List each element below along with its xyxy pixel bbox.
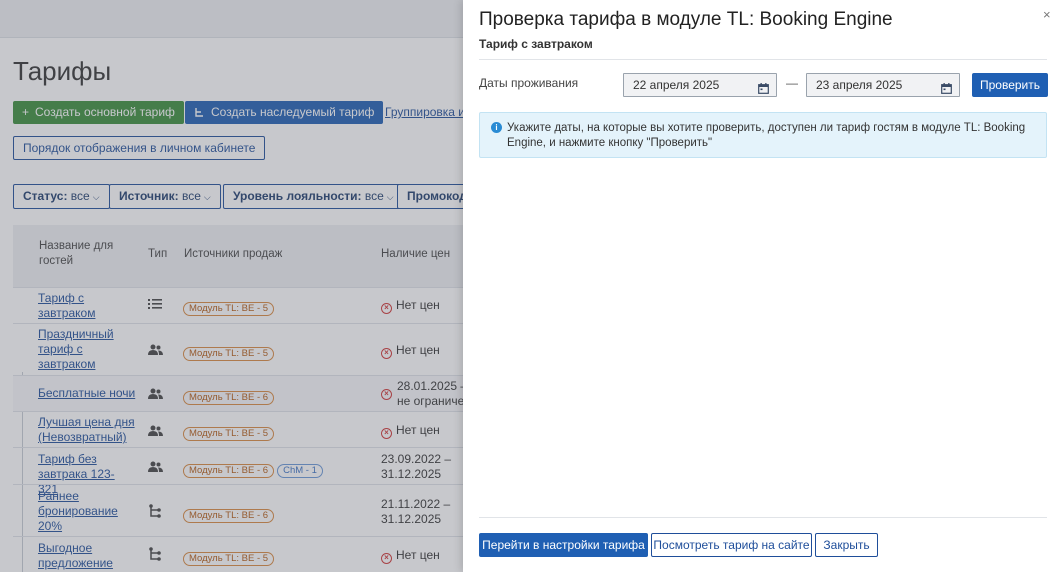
calendar-icon[interactable] (941, 79, 952, 101)
date-from-field[interactable]: 22 апреля 2025 (623, 73, 777, 97)
modal-backdrop[interactable] (0, 0, 463, 572)
rate-check-modal: Проверка тарифа в модуле TL: Booking Eng… (463, 0, 1061, 572)
stay-dates-label: Даты проживания (479, 76, 579, 90)
close-button[interactable]: Закрыть (815, 533, 878, 557)
view-rate-on-site-button[interactable]: Посмотреть тариф на сайте (651, 533, 812, 557)
date-from-value: 22 апреля 2025 (633, 78, 720, 92)
date-to-field[interactable]: 23 апреля 2025 (806, 73, 960, 97)
date-range-dash: — (786, 76, 798, 90)
modal-title: Проверка тарифа в модуле TL: Booking Eng… (479, 9, 893, 30)
go-to-rate-settings-button[interactable]: Перейти в настройки тарифа (479, 533, 648, 557)
check-button[interactable]: Проверить (972, 73, 1048, 97)
close-icon[interactable]: × (1043, 7, 1051, 22)
info-text: Укажите даты, на которые вы хотите прове… (507, 122, 1026, 149)
divider (479, 59, 1047, 60)
divider (479, 517, 1047, 518)
info-icon: i (491, 122, 502, 133)
modal-subtitle: Тариф с завтраком (479, 37, 593, 51)
info-alert: i Укажите даты, на которые вы хотите про… (479, 112, 1047, 158)
date-to-value: 23 апреля 2025 (816, 78, 903, 92)
calendar-icon[interactable] (758, 79, 769, 101)
